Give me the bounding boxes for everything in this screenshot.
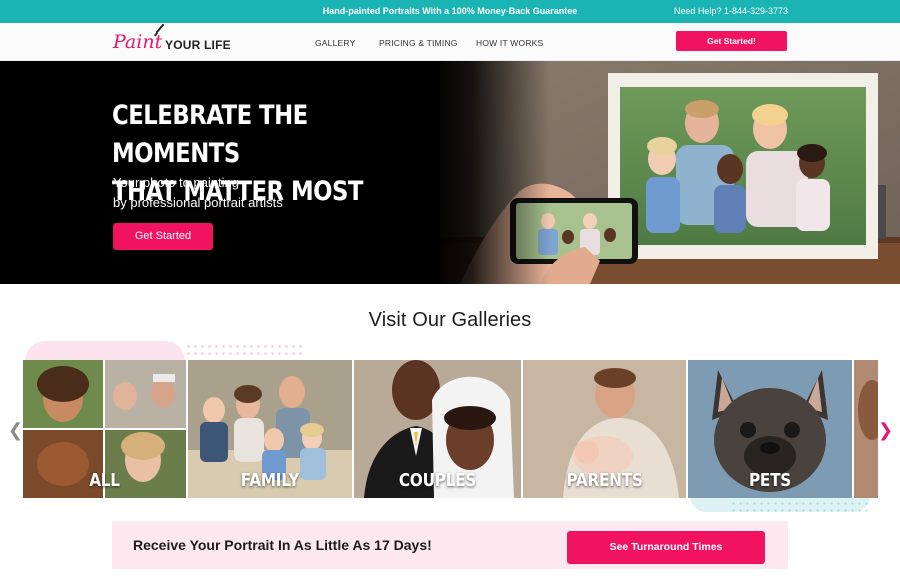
chevron-left-icon[interactable]: ❮ xyxy=(8,422,23,440)
hero-subtitle-line-2: by professional portrait artists xyxy=(113,195,283,210)
see-turnaround-times-button[interactable]: See Turnaround Times xyxy=(567,531,765,564)
gallery-tile-all-label: ALL xyxy=(89,470,120,491)
header-get-started-button[interactable]: Get Started! xyxy=(676,31,787,51)
hero-get-started-button[interactable]: Get Started xyxy=(113,223,213,250)
chevron-right-icon[interactable]: ❯ xyxy=(878,422,893,440)
gallery-tile-family-label: FAMILY xyxy=(240,470,300,491)
hero-subtitle-line-1: Your photo to painting xyxy=(113,175,240,190)
galleries-heading: Visit Our Galleries xyxy=(368,309,532,331)
decorative-pink-shape xyxy=(25,341,185,361)
site-header: Paint YOUR LIFE GALLERY PRICING & TIMING… xyxy=(0,23,900,61)
gallery-tile-parents[interactable]: PARENTS xyxy=(523,360,686,498)
hero-gradient-overlay xyxy=(430,61,550,284)
gallery-tile-next-peek[interactable] xyxy=(854,360,878,498)
decorative-dots xyxy=(185,343,305,359)
paintbrush-icon xyxy=(154,24,164,37)
gallery-next-image xyxy=(854,360,878,498)
decorative-dots-teal xyxy=(730,500,870,516)
nav-gallery[interactable]: GALLERY xyxy=(315,38,355,48)
hero-title-line-1: CELEBRATE THE MOMENTS xyxy=(112,100,308,169)
gallery-tile-pets-label: PETS xyxy=(748,470,792,491)
logo-your-life-text: YOUR LIFE xyxy=(165,38,231,52)
gallery-tile-parents-label: PARENTS xyxy=(566,470,643,491)
promo-bar: Hand-painted Portraits With a 100% Money… xyxy=(0,0,900,23)
hero-banner: CELEBRATE THE MOMENTS THAT MATTER MOST Y… xyxy=(0,61,900,284)
hero-subtitle: Your photo to painting by professional p… xyxy=(113,173,283,213)
gallery-tile-couples[interactable]: COUPLES xyxy=(354,360,521,498)
gallery-tile-all[interactable]: ALL xyxy=(23,360,186,498)
gallery-tile-couples-label: COUPLES xyxy=(398,470,477,491)
help-phone-link[interactable]: Need Help? 1-844-329-3773 xyxy=(674,6,788,16)
nav-how-it-works[interactable]: HOW IT WORKS xyxy=(476,38,543,48)
site-logo[interactable]: Paint YOUR LIFE xyxy=(113,24,233,57)
turnaround-banner: Receive Your Portrait In As Little As 17… xyxy=(112,521,788,569)
turnaround-text: Receive Your Portrait In As Little As 17… xyxy=(133,537,432,553)
gallery-tile-pets[interactable]: PETS xyxy=(688,360,852,498)
gallery-tile-family[interactable]: FAMILY xyxy=(188,360,352,498)
nav-pricing-timing[interactable]: PRICING & TIMING xyxy=(379,38,458,48)
